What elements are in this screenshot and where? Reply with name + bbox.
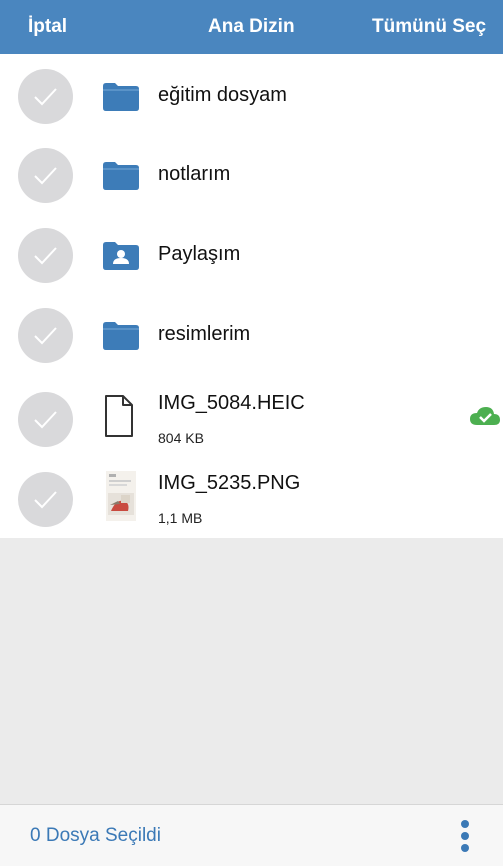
item-name: notlarım: [158, 163, 231, 185]
select-checkbox[interactable]: [18, 308, 73, 363]
list-item-file[interactable]: IMG_5084.HEIC 804 KB: [0, 384, 503, 454]
folder-icon: [103, 83, 139, 111]
select-checkbox[interactable]: [18, 69, 73, 124]
file-list: eğitim dosyam notlarım Paylaşım resimler…: [0, 54, 503, 538]
item-size: 804 KB: [158, 430, 204, 446]
document-icon: [105, 395, 133, 437]
bottom-bar: 0 Dosya Seçildi: [0, 804, 503, 866]
folder-icon: [103, 322, 139, 350]
item-name: Paylaşım: [158, 243, 241, 265]
check-icon: [34, 247, 57, 265]
list-item-image[interactable]: IMG_5235.PNG 1,1 MB: [0, 464, 503, 534]
select-checkbox[interactable]: [18, 228, 73, 283]
item-size: 1,1 MB: [158, 510, 203, 526]
check-icon: [34, 88, 57, 106]
empty-area: [0, 538, 503, 804]
list-item-folder[interactable]: eğitim dosyam: [0, 69, 503, 124]
select-all-button[interactable]: Tümünü Seç: [372, 0, 486, 54]
more-options-icon[interactable]: [459, 820, 471, 854]
item-name: eğitim dosyam: [158, 84, 287, 106]
check-icon: [34, 167, 57, 185]
page-title: Ana Dizin: [208, 16, 295, 37]
list-item-shared-folder[interactable]: Paylaşım: [0, 228, 503, 283]
shared-folder-icon: [103, 242, 139, 270]
list-item-folder[interactable]: notlarım: [0, 148, 503, 203]
item-name: resimlerim: [158, 323, 251, 345]
check-icon: [34, 411, 57, 429]
item-name: IMG_5084.HEIC: [158, 392, 305, 414]
selection-count: 0 Dosya Seçildi: [30, 825, 161, 846]
list-item-folder[interactable]: resimlerim: [0, 308, 503, 363]
cloud-synced-icon: [470, 407, 500, 425]
file-picker-screen: İptal Ana Dizin Tümünü Seç eğitim dosyam: [0, 0, 503, 866]
check-icon: [34, 327, 57, 345]
item-name: IMG_5235.PNG: [158, 472, 301, 494]
nav-bar: İptal Ana Dizin Tümünü Seç: [0, 0, 503, 54]
select-checkbox[interactable]: [18, 392, 73, 447]
image-thumbnail-icon: [106, 471, 136, 521]
select-checkbox[interactable]: [18, 148, 73, 203]
folder-icon: [103, 162, 139, 190]
select-checkbox[interactable]: [18, 472, 73, 527]
check-icon: [34, 491, 57, 509]
cancel-button[interactable]: İptal: [28, 0, 67, 54]
